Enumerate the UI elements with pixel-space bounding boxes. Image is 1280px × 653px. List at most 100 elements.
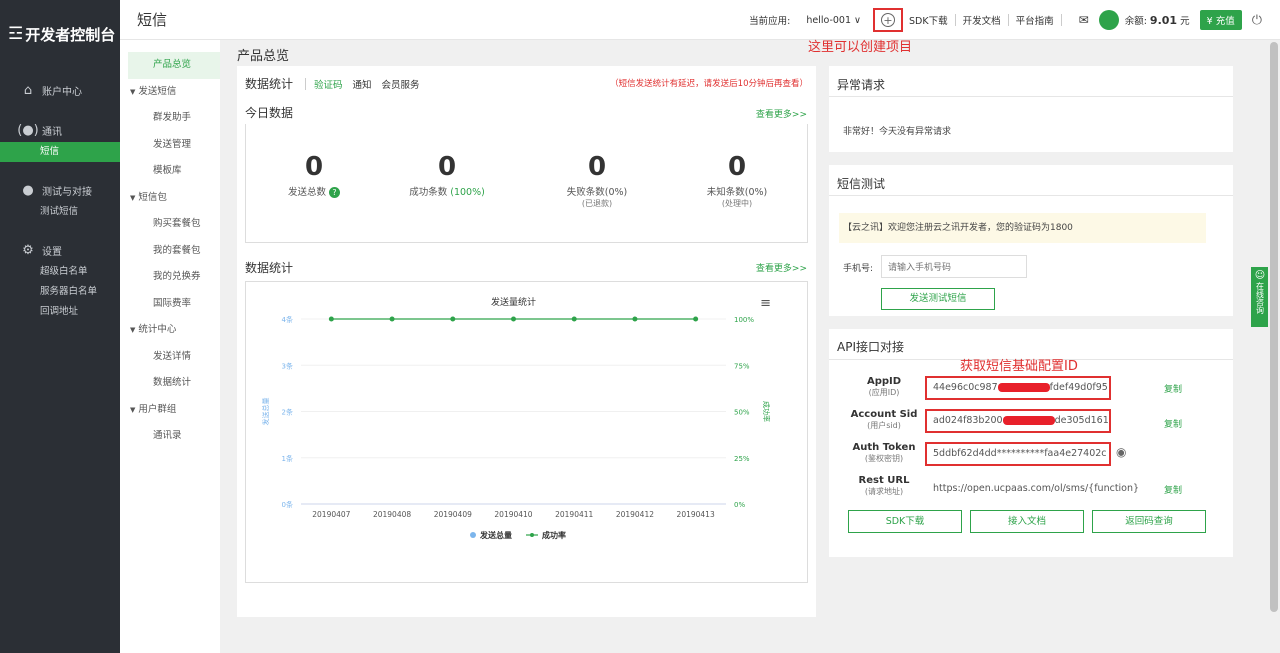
- legend-label-success-rate: 成功率: [542, 530, 566, 540]
- balance: 余额: 9.01 元: [1125, 13, 1190, 27]
- api-row-auth-token: Auth Token (鉴权密钥) 5ddbf62d4dd**********fa…: [829, 442, 1233, 472]
- redaction-mark: [997, 383, 1050, 392]
- chart-menu-icon[interactable]: ≡: [760, 296, 771, 311]
- abnormal-title: 异常请求: [837, 78, 886, 92]
- nav2-my-coupon[interactable]: 我的兑换券: [120, 264, 220, 291]
- return-code-query-button[interactable]: 返回码查询: [1092, 510, 1206, 533]
- scrollbar-thumb[interactable]: [1270, 42, 1278, 612]
- nav2-send-manage[interactable]: 发送管理: [120, 132, 220, 159]
- copy-appid-button[interactable]: 复制: [1164, 382, 1182, 395]
- nav2-intl-rate[interactable]: 国际费率: [120, 291, 220, 318]
- top-header: 短信 当前应用: hello-001 ∨ + SDK下载 开发文档 平台指南 ✉…: [120, 0, 1280, 40]
- sidebar-item-test-sms[interactable]: 测试短信: [0, 202, 120, 222]
- page-scrollbar[interactable]: [1268, 40, 1280, 653]
- abnormal-panel: 异常请求 非常好！今天没有异常请求: [829, 66, 1233, 152]
- triangle-down-icon: ▼: [130, 326, 136, 334]
- current-app-label: 当前应用:: [749, 16, 791, 27]
- help-icon[interactable]: ?: [329, 187, 341, 198]
- sms-test-panel: 短信测试 【云之讯】欢迎您注册云之讯开发者，您的验证码为1800 手机号: 发送…: [829, 165, 1233, 316]
- sdk-download-button[interactable]: SDK下载: [848, 510, 962, 533]
- copy-rest-url-button[interactable]: 复制: [1164, 483, 1182, 496]
- api-label-appid: AppID (应用ID): [829, 376, 939, 398]
- header-link-sdk[interactable]: SDK下载: [909, 13, 948, 27]
- divider: [829, 195, 1233, 196]
- nav2-group-label: 发送短信: [138, 85, 177, 97]
- sidebar-item-super-whitelist[interactable]: 超级白名单: [0, 262, 120, 282]
- nav2-group-send-sms[interactable]: ▼ 发送短信: [120, 79, 220, 106]
- nav2-group-sms-pack[interactable]: ▼ 短信包: [120, 185, 220, 212]
- recharge-button[interactable]: ¥ 充值: [1199, 10, 1242, 30]
- sidebar-item-server-whitelist[interactable]: 服务器白名单: [0, 282, 120, 302]
- api-title: API接口对接: [837, 340, 904, 354]
- console-logo[interactable]: ☲ 开发者控制台: [0, 0, 120, 68]
- sidebar-communication[interactable]: (●) 通讯: [0, 118, 120, 142]
- nav2-buy-pack[interactable]: 购买套餐包: [120, 211, 220, 238]
- sidebar-account-center[interactable]: ⌂ 账户中心: [0, 78, 120, 102]
- api-label-sub: (请求地址): [864, 487, 904, 496]
- eye-icon[interactable]: ◉: [1116, 445, 1126, 459]
- chart-box: 发送量统计 0条 0% 1条 25% 2条 50% 3条 75% 4条 100% 发送总量 成功率 201…: [245, 281, 808, 583]
- tab-verification-code[interactable]: 验证码: [314, 77, 343, 91]
- stat-label-text: 成功条数: [409, 187, 448, 198]
- sidebar-item-sms[interactable]: 短信: [0, 142, 120, 162]
- power-icon[interactable]: ⏻: [1252, 13, 1262, 28]
- sidebar-label: 测试与对接: [42, 186, 92, 198]
- abnormal-text: 非常好！今天没有异常请求: [843, 127, 952, 137]
- annotation-get-config: 获取短信基础配置ID: [960, 359, 1078, 374]
- nav2-group-stats[interactable]: ▼ 统计中心: [120, 317, 220, 344]
- chart-section-title: 数据统计: [245, 261, 294, 275]
- balance-label: 余额:: [1124, 16, 1147, 27]
- phone-input[interactable]: [881, 255, 1027, 278]
- y-tick-label: 4条: [282, 315, 293, 324]
- nav2-send-detail[interactable]: 发送详情: [120, 344, 220, 371]
- divider: [1007, 14, 1009, 26]
- online-consult-button[interactable]: ☺ 在线咨询: [1251, 267, 1269, 327]
- header-link-guide[interactable]: 平台指南: [1016, 13, 1054, 27]
- y2-axis-label: 成功率: [762, 401, 771, 422]
- api-label-sub: (鉴权密钥): [864, 454, 904, 463]
- sidebar-settings[interactable]: ⚙ 设置: [0, 238, 120, 262]
- success-rate-point: [632, 316, 638, 322]
- nav2-my-pack[interactable]: 我的套餐包: [120, 238, 220, 265]
- nav2-product-overview[interactable]: 产品总览: [128, 52, 220, 79]
- api-label-main: Auth Token: [852, 442, 916, 453]
- today-more-link[interactable]: 查看更多>>: [756, 107, 807, 120]
- create-project-button[interactable]: +: [873, 8, 904, 32]
- nav2-group-user-group[interactable]: ▼ 用户群组: [120, 397, 220, 424]
- chart-more-link[interactable]: 查看更多>>: [756, 261, 807, 274]
- api-label-main: Account Sid: [850, 409, 918, 420]
- api-label-sub: (应用ID): [868, 388, 900, 397]
- nav2-data-stats[interactable]: 数据统计: [120, 370, 220, 397]
- y2-tick-label: 100%: [734, 316, 754, 324]
- chart-title: 发送量统计: [491, 296, 536, 308]
- nav2-contacts[interactable]: 通讯录: [120, 423, 220, 450]
- sidebar-label: 通讯: [42, 126, 62, 138]
- api-row-account-sid: Account Sid (用户sid) ad024f83b200 de305d161…: [829, 409, 1233, 439]
- nav2-mass-send[interactable]: 群发助手: [120, 105, 220, 132]
- sidebar-test-integration[interactable]: ● 测试与对接: [0, 178, 120, 202]
- recharge-label: 充值: [1215, 16, 1235, 27]
- x-tick-label: 20190411: [555, 510, 593, 519]
- mail-icon[interactable]: ✉: [1079, 13, 1089, 27]
- tab-notification[interactable]: 通知: [353, 77, 372, 91]
- y-tick-label: 1条: [282, 454, 293, 463]
- nav2-template-lib[interactable]: 模板库: [120, 158, 220, 185]
- sms-test-title: 短信测试: [837, 177, 886, 191]
- success-rate-point: [450, 316, 456, 322]
- test-icon: ●: [22, 182, 34, 198]
- api-label-main: AppID: [866, 376, 902, 387]
- tab-member-service[interactable]: 会员服务: [382, 77, 420, 91]
- current-app-select[interactable]: hello-001 ∨: [806, 15, 861, 26]
- avatar[interactable]: [1098, 10, 1119, 30]
- copy-account-sid-button[interactable]: 复制: [1164, 417, 1182, 430]
- stats-tabs: 数据统计 验证码 通知 会员服务: [245, 75, 430, 92]
- send-test-sms-button[interactable]: 发送测试短信: [881, 288, 995, 310]
- appid-value[interactable]: 44e96c0c987 fdef49d0f95: [925, 376, 1111, 400]
- y-tick-label: 0条: [282, 500, 293, 509]
- sidebar-item-callback-url[interactable]: 回调地址: [0, 302, 120, 322]
- access-doc-button[interactable]: 接入文档: [970, 510, 1084, 533]
- auth-token-value[interactable]: 5ddbf62d4dd**********faa4e27402c: [925, 442, 1111, 466]
- header-link-docs[interactable]: 开发文档: [963, 13, 1001, 27]
- account-sid-value[interactable]: ad024f83b200 de305d1614: [925, 409, 1111, 433]
- api-value-end: fdef49d0f95: [1049, 382, 1108, 393]
